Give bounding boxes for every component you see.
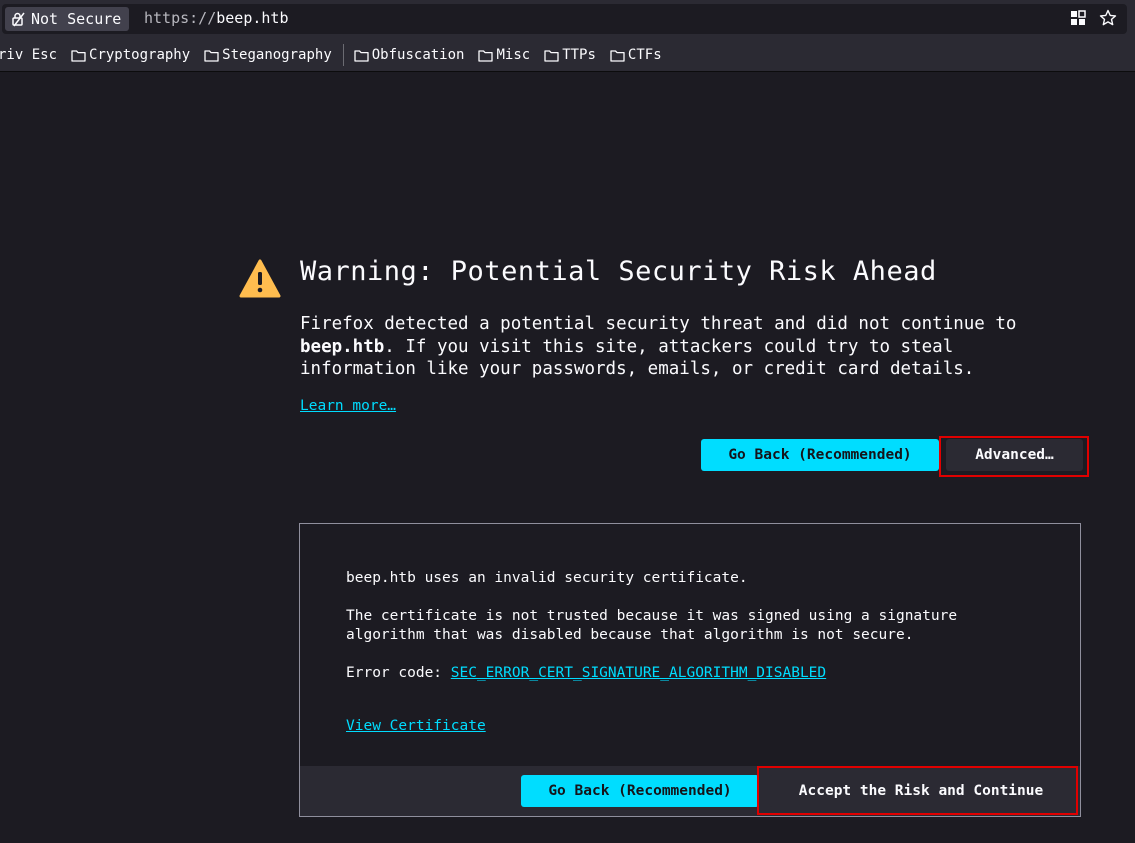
url-scheme: https://: [144, 9, 217, 27]
bookmark-label: CTFs: [627, 47, 662, 63]
address-bar-container: Not Secure https://beep.htb: [0, 0, 1135, 39]
folder-icon: [544, 49, 559, 62]
site-security-indicator[interactable]: Not Secure: [5, 7, 130, 31]
advanced-panel: beep.htb uses an invalid security certif…: [299, 523, 1081, 817]
folder-icon: [478, 49, 494, 62]
bookmark-item[interactable]: Obfuscation: [354, 47, 465, 63]
view-certificate-link[interactable]: View Certificate: [346, 718, 486, 734]
bookmark-item[interactable]: CTFs: [610, 47, 662, 63]
url-host: beep.htb: [216, 9, 289, 27]
bookmark-label: Cryptography: [89, 47, 191, 63]
extensions-grid-icon[interactable]: [1069, 9, 1087, 27]
bookmark-label: Misc: [496, 47, 531, 63]
warning-icon: [239, 259, 281, 298]
star-icon[interactable]: [1099, 9, 1117, 27]
bookmark-item[interactable]: Misc: [478, 47, 530, 63]
bookmarks-separator: [342, 44, 344, 66]
invalid-certificate-text: beep.htb uses an invalid security certif…: [346, 570, 748, 586]
folder-icon: [610, 49, 625, 62]
bookmark-label: riv Esc: [0, 47, 58, 63]
bookmark-label: TTPs: [562, 47, 596, 63]
bookmark-item[interactable]: Steganography: [204, 47, 332, 63]
page-title: Warning: Potential Security Risk Ahead: [300, 256, 937, 287]
certificate-explanation: The certificate is not trusted because i…: [346, 608, 958, 643]
url-field[interactable]: Not Secure https://beep.htb: [2, 4, 1127, 34]
error-code-label: Error code:: [346, 665, 451, 681]
warning-description: Firefox detected a potential security th…: [300, 313, 1060, 381]
security-label: Not Secure: [31, 10, 122, 28]
bookmark-label: Obfuscation: [371, 47, 465, 63]
url-text[interactable]: https://beep.htb: [144, 9, 289, 27]
view-certificate-line: View Certificate: [346, 717, 486, 736]
advanced-button[interactable]: Advanced…: [946, 439, 1083, 471]
description-start: Firefox detected a potential security th…: [300, 314, 1017, 334]
error-code-line: Error code: SEC_ERROR_CERT_SIGNATURE_ALG…: [346, 664, 826, 683]
folder-icon: [354, 49, 369, 62]
accept-risk-button[interactable]: Accept the Risk and Continue: [769, 775, 1073, 807]
description-host: beep.htb: [300, 336, 385, 357]
panel-go-back-button[interactable]: Go Back (Recommended): [521, 775, 759, 807]
folder-icon: [71, 49, 86, 62]
bookmark-item[interactable]: riv Esc: [0, 47, 57, 63]
folder-icon: [204, 49, 219, 62]
padlock-warning-icon: [12, 12, 25, 27]
bookmark-item[interactable]: Cryptography: [71, 47, 190, 63]
learn-more-link[interactable]: Learn more…: [300, 398, 396, 414]
description-end: . If you visit this site, attackers coul…: [300, 336, 975, 380]
bookmark-label: Steganography: [222, 47, 332, 63]
bookmark-item[interactable]: TTPs: [544, 47, 596, 63]
bookmarks-toolbar: riv Esc Cryptography Steganography Obfuscat…: [0, 39, 1135, 72]
go-back-button[interactable]: Go Back (Recommended): [701, 439, 939, 471]
error-code-link[interactable]: SEC_ERROR_CERT_SIGNATURE_ALGORITHM_DISAB…: [451, 665, 826, 681]
